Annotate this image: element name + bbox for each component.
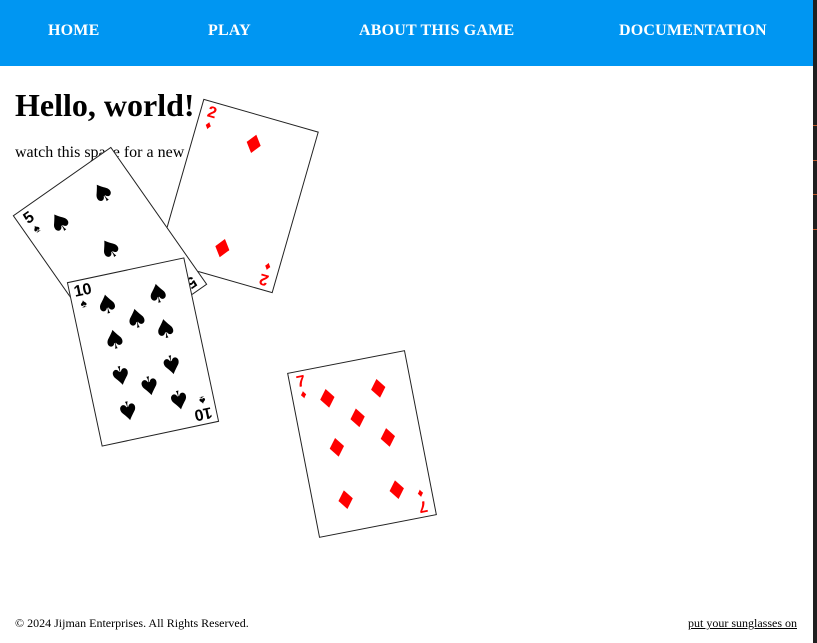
edge-tick bbox=[813, 194, 817, 195]
edge-tick bbox=[813, 229, 817, 230]
card-corner-index: 5♠ bbox=[19, 208, 45, 237]
nav-about-link[interactable]: ABOUT THIS GAME bbox=[359, 22, 514, 40]
spade-pip-icon: ♠ bbox=[92, 288, 122, 323]
window-edge bbox=[813, 0, 817, 643]
spade-pip-icon: ♠ bbox=[105, 356, 135, 391]
spade-icon: ♠ bbox=[29, 220, 43, 236]
spade-pip-icon: ♠ bbox=[122, 302, 152, 337]
copyright-text: © 2024 Jijman Enterprises. All Rights Re… bbox=[15, 616, 249, 630]
spade-pip-icon: ♠ bbox=[42, 204, 79, 243]
diamond-pip-icon: ♦ bbox=[364, 373, 393, 407]
card-corner-index: 2 ♦ bbox=[255, 259, 276, 288]
spade-pip-icon: ♠ bbox=[134, 367, 164, 402]
spade-pip-icon: ♠ bbox=[143, 277, 173, 312]
diamond-pip-icon: ♦ bbox=[237, 127, 269, 163]
top-navigation-bar: HOME PLAY ABOUT THIS GAME DOCUMENTATION bbox=[0, 0, 813, 66]
diamond-pip-icon: ♦ bbox=[343, 402, 373, 437]
spade-pip-icon: ♠ bbox=[85, 174, 122, 213]
edge-tick bbox=[813, 160, 817, 161]
card-corner-index: 10 ♠ bbox=[72, 281, 93, 311]
sunglasses-link[interactable]: put your sunglasses on bbox=[688, 616, 797, 631]
diamond-pip-icon: ♦ bbox=[207, 229, 239, 265]
nav-documentation-link[interactable]: DOCUMENTATION bbox=[619, 22, 767, 40]
spade-pip-icon: ♠ bbox=[92, 230, 129, 269]
diamond-pip-icon: ♦ bbox=[322, 431, 352, 466]
page-heading: Hello, world! bbox=[15, 87, 195, 123]
spade-pip-icon: ♠ bbox=[156, 345, 186, 381]
playing-card-seven-of-diamonds[interactable]: 7 ♦ 7 ♦ ♦ ♦ ♦ ♦ ♦ ♦ ♦ bbox=[287, 350, 437, 538]
spade-pip-icon: ♠ bbox=[100, 323, 130, 359]
nav-play-link[interactable]: PLAY bbox=[208, 22, 251, 40]
spade-pip-icon: ♠ bbox=[151, 313, 181, 348]
nav-home-link[interactable]: HOME bbox=[48, 22, 99, 40]
card-corner-index: 10 ♠ bbox=[193, 393, 214, 423]
diamond-pip-icon: ♦ bbox=[373, 421, 403, 456]
diamond-pip-icon: ♦ bbox=[331, 481, 360, 515]
card-corner-index: 7 ♦ bbox=[293, 373, 312, 402]
spade-pip-icon: ♠ bbox=[164, 381, 194, 416]
card-corner-index: 2 ♦ bbox=[200, 104, 221, 133]
card-corner-index: 7 ♦ bbox=[413, 486, 432, 515]
diamond-pip-icon: ♦ bbox=[382, 471, 411, 506]
spade-pip-icon: ♠ bbox=[113, 392, 143, 427]
edge-tick bbox=[813, 125, 817, 126]
diamond-pip-icon: ♦ bbox=[313, 382, 342, 417]
diamond-icon: ♦ bbox=[262, 259, 273, 275]
